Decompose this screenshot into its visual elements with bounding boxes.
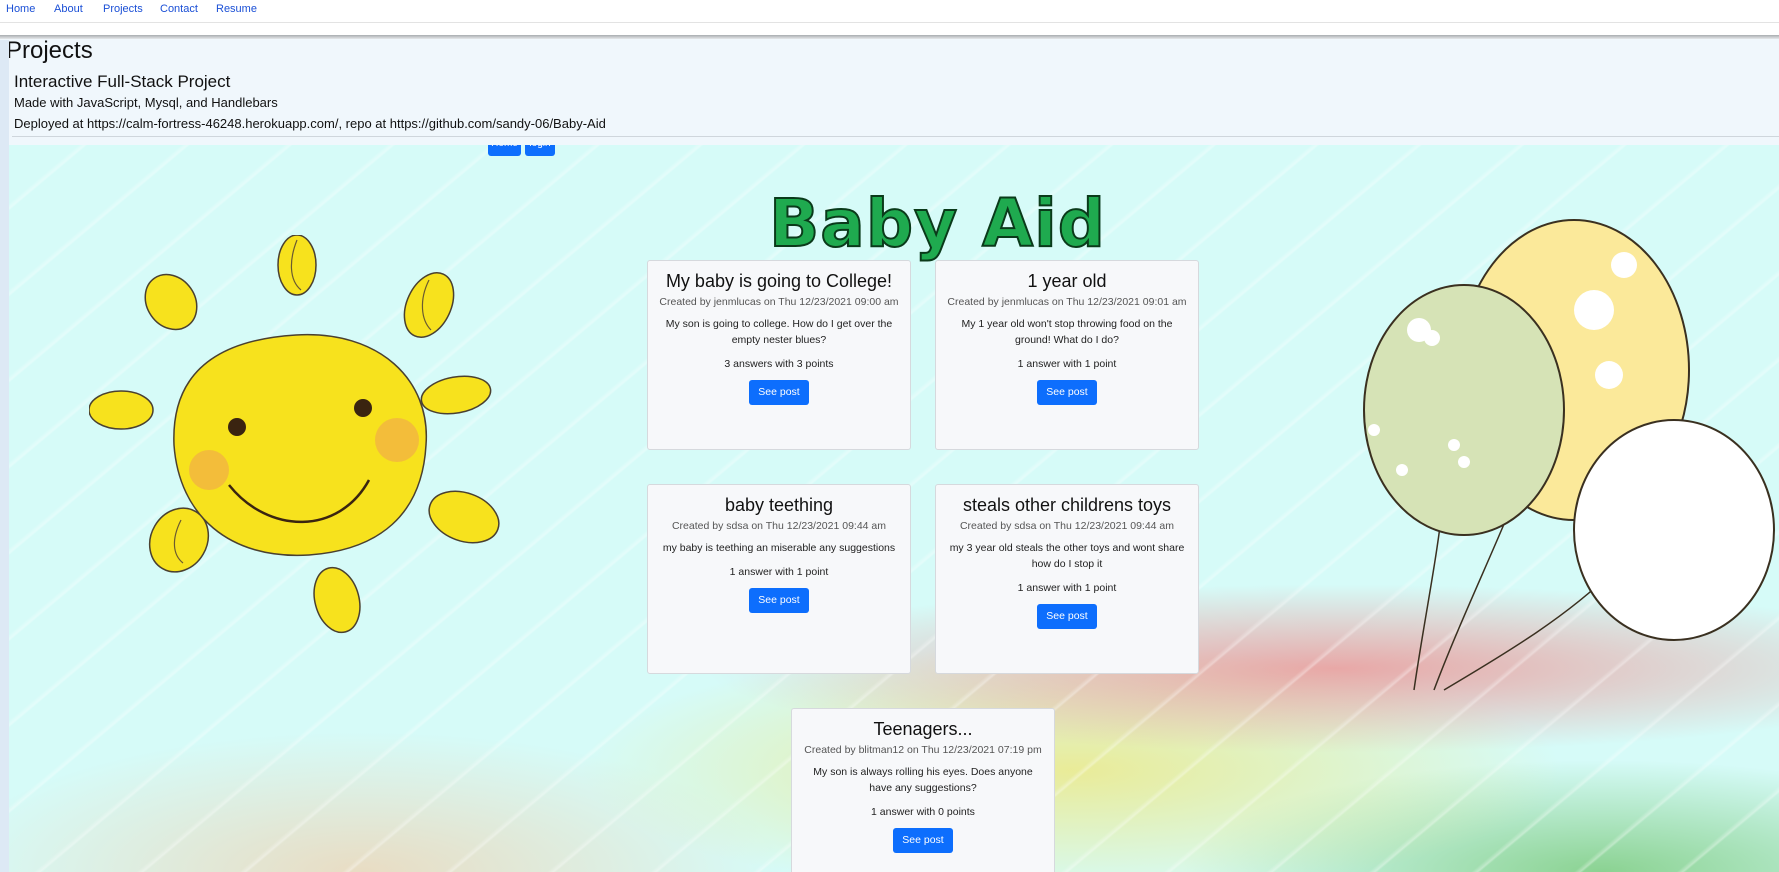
app-title: Baby Aid <box>768 184 1107 263</box>
home-button[interactable]: Home <box>488 145 521 156</box>
post-title: baby teething <box>724 495 834 515</box>
see-post-button[interactable]: See post <box>749 380 809 405</box>
see-post-button[interactable]: See post <box>749 588 809 613</box>
post-answers: 3 answers with 3 points <box>724 358 834 370</box>
post-body: my 3 year old steals the other toys and … <box>949 542 1185 570</box>
see-post-button[interactable]: See post <box>1037 380 1097 405</box>
page-title: Projects <box>6 37 93 64</box>
post-title: 1 year old <box>1027 271 1107 291</box>
post-title: steals other childrens toys <box>962 495 1172 515</box>
post-title: Teenagers... <box>873 719 973 739</box>
nav-projects-link[interactable]: Projects <box>103 3 143 15</box>
post-meta: Created by jenmlucas on Thu 12/23/2021 0… <box>659 296 899 308</box>
post-title: My baby is going to College! <box>665 271 893 291</box>
project-preview: Home login Baby Aid My baby is going to … <box>9 145 1779 872</box>
post-card: My baby is going to College! Created by … <box>647 260 911 450</box>
post-body: My son is always rolling his eyes. Does … <box>813 766 1033 794</box>
project-tech: Made with JavaScript, Mysql, and Handleb… <box>14 95 278 110</box>
see-post-button[interactable]: See post <box>893 828 953 853</box>
login-button[interactable]: login <box>525 145 555 156</box>
top-nav: Home About Projects Contact Resume <box>0 0 1779 23</box>
divider <box>12 136 1779 137</box>
post-card: Teenagers... Created by blitman12 on Thu… <box>791 708 1055 872</box>
nav-resume-link[interactable]: Resume <box>216 3 257 15</box>
post-body: My son is going to college. How do I get… <box>665 318 893 346</box>
post-answers: 1 answer with 1 point <box>729 566 829 578</box>
nav-about-link[interactable]: About <box>54 3 83 15</box>
post-answers: 1 answer with 1 point <box>1017 582 1117 594</box>
nav-contact-link[interactable]: Contact <box>160 3 198 15</box>
post-card: steals other childrens toys Created by s… <box>935 484 1199 674</box>
post-answers: 1 answer with 1 point <box>1017 358 1117 370</box>
see-post-button[interactable]: See post <box>1037 604 1097 629</box>
post-meta: Created by sdsa on Thu 12/23/2021 09:44 … <box>671 520 887 532</box>
post-body: My 1 year old won't stop throwing food o… <box>961 318 1173 346</box>
sun-illustration <box>89 235 500 634</box>
project-name: Interactive Full-Stack Project <box>14 72 231 91</box>
balloons-illustration <box>1363 219 1775 691</box>
nav-home-link[interactable]: Home <box>6 3 35 15</box>
post-body: my baby is teething an miserable any sug… <box>662 542 896 554</box>
post-meta: Created by blitman12 on Thu 12/23/2021 0… <box>804 744 1042 756</box>
post-card: baby teething Created by sdsa on Thu 12/… <box>647 484 911 674</box>
post-meta: Created by sdsa on Thu 12/23/2021 09:44 … <box>959 520 1175 532</box>
post-card: 1 year old Created by jenmlucas on Thu 1… <box>935 260 1199 450</box>
post-answers: 1 answer with 0 points <box>871 806 975 818</box>
project-deploy-info: Deployed at https://calm-fortress-46248.… <box>14 116 606 131</box>
left-margin <box>0 40 9 872</box>
post-meta: Created by jenmlucas on Thu 12/23/2021 0… <box>947 296 1187 308</box>
